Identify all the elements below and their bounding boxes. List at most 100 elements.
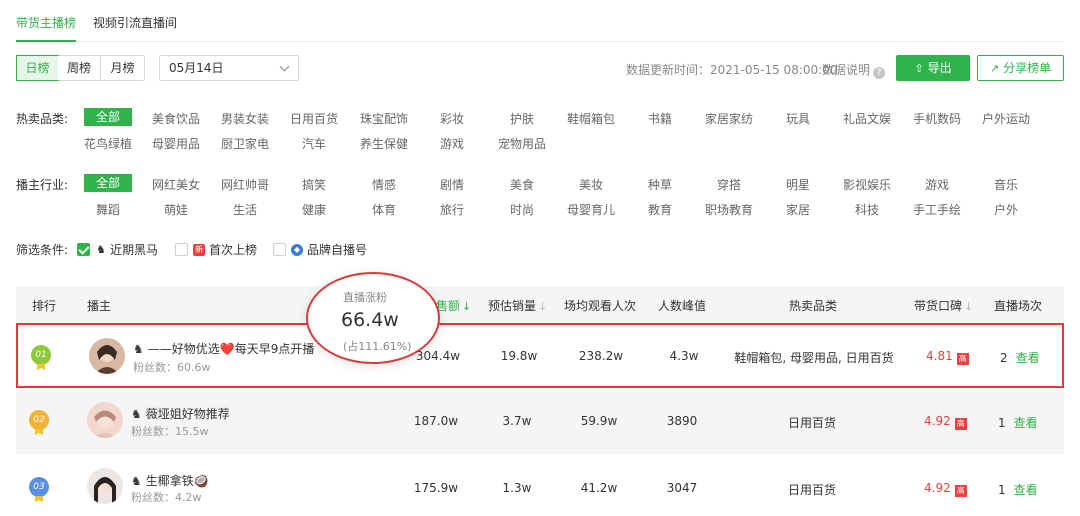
export-label: 导出 (927, 61, 952, 75)
category-chip[interactable]: 母婴用品 (152, 135, 200, 152)
condition-dark-horse[interactable]: ♞ 近期黑马 (77, 241, 158, 258)
industry-chip[interactable]: 母婴育儿 (567, 201, 615, 218)
avatar[interactable] (87, 468, 123, 504)
industry-chip[interactable]: 影视娱乐 (843, 176, 891, 193)
view-link[interactable]: 查看 (1014, 483, 1038, 497)
horse-icon: ♞ (131, 407, 142, 421)
category-chip[interactable]: 宠物用品 (498, 135, 546, 152)
category-chip[interactable]: 美食饮品 (152, 110, 200, 127)
hot-categories: 鞋帽箱包, 母婴用品, 日用百货 (734, 351, 894, 365)
industry-chip[interactable]: 舞蹈 (96, 201, 120, 218)
industry-chip[interactable]: 音乐 (994, 176, 1018, 193)
est-sales: 1.3w (502, 481, 532, 495)
high-badge: 高 (954, 485, 967, 497)
category-chip[interactable]: 家居家纺 (705, 110, 753, 127)
tab-video-traffic[interactable]: 视频引流直播间 (93, 14, 177, 31)
streamer-name[interactable]: ♞ 薇垭姐好物推荐 (131, 405, 230, 422)
avatar[interactable] (89, 338, 125, 374)
view-link[interactable]: 查看 (1016, 351, 1040, 365)
category-chip[interactable]: 日用百货 (290, 110, 338, 127)
category-chip[interactable]: 玩具 (786, 110, 810, 127)
category-chip[interactable]: 护肤 (510, 110, 534, 127)
industry-chip[interactable]: 教育 (648, 201, 672, 218)
industry-chip[interactable]: 时尚 (510, 201, 534, 218)
checkbox[interactable] (175, 243, 188, 256)
header-est-sales[interactable]: 预估销量 ↓ (488, 297, 547, 314)
tab-anchor-sales[interactable]: 带货主播榜 (16, 14, 76, 31)
export-button[interactable]: ⇧ 导出 (896, 55, 970, 81)
avatar[interactable] (87, 402, 123, 438)
sort-down-icon: ↓ (538, 300, 548, 313)
high-badge: 高 (954, 418, 967, 430)
category-chip[interactable]: 手机数码 (913, 110, 961, 127)
industry-chip[interactable]: 科技 (855, 201, 879, 218)
industry-chip[interactable]: 游戏 (925, 176, 949, 193)
condition-brand-self[interactable]: ◆ 品牌自播号 (273, 241, 367, 258)
condition-label: 近期黑马 (110, 243, 159, 257)
industry-chip[interactable]: 旅行 (440, 201, 464, 218)
category-chip[interactable]: 全部 (84, 108, 132, 126)
period-daily-button[interactable]: 日榜 (16, 55, 59, 81)
category-chip[interactable]: 户外运动 (982, 110, 1030, 127)
industry-chip[interactable]: 生活 (233, 201, 257, 218)
industry-chip[interactable]: 明星 (786, 176, 810, 193)
category-chip[interactable]: 养生保健 (360, 135, 408, 152)
industry-chip[interactable]: 家居 (786, 201, 810, 218)
industry-chip[interactable]: 户外 (994, 201, 1018, 218)
fans-count: 粉丝数：60.6w (133, 361, 211, 374)
industry-chip[interactable]: 网红帅哥 (221, 176, 269, 193)
category-chip[interactable]: 游戏 (440, 135, 464, 152)
header-label: 带货口碑 (914, 299, 963, 313)
industry-chip[interactable]: 体育 (372, 201, 396, 218)
upload-icon: ⇧ (914, 62, 924, 75)
table-row[interactable]: 03 ♞ 生椰拿铁🥥 粉丝数：4.2w 175.9w 1.3w 41.2w 304… (16, 454, 1064, 516)
update-time: 数据更新时间：2021-05-15 08:00:00 (626, 63, 838, 77)
category-chip[interactable]: 彩妆 (440, 110, 464, 127)
industry-chip[interactable]: 美食 (510, 176, 534, 193)
industry-chip[interactable]: 健康 (302, 201, 326, 218)
industry-chip[interactable]: 搞笑 (302, 176, 326, 193)
industry-chip[interactable]: 穿搭 (717, 176, 741, 193)
industry-chip[interactable]: 网红美女 (152, 176, 200, 193)
industry-chip[interactable]: 剧情 (440, 176, 464, 193)
horse-icon: ♞ (96, 242, 106, 256)
industry-chip[interactable]: 萌娃 (164, 201, 188, 218)
category-chip[interactable]: 厨卫家电 (221, 135, 269, 152)
table-row[interactable]: 02 ♞ 薇垭姐好物推荐 粉丝数：15.5w 187.0w 3.7w 59.9w … (16, 390, 1064, 454)
category-chip[interactable]: 男装女装 (221, 110, 269, 127)
streamer-name[interactable]: ♞ ——好物优选❤️每天早9点开播 (133, 340, 314, 357)
category-chip[interactable]: 鞋帽箱包 (567, 110, 615, 127)
fans-growth-tooltip: 直播涨粉 66.4w (占111.61%) (306, 272, 440, 364)
period-weekly-button[interactable]: 周榜 (58, 56, 101, 80)
industry-chip[interactable]: 手工手绘 (913, 201, 961, 218)
industry-chip[interactable]: 情感 (372, 176, 396, 193)
date-select[interactable]: 05月14日 (159, 55, 299, 81)
condition-first-listed[interactable]: 新 首次上榜 (175, 241, 257, 258)
category-chip[interactable]: 书籍 (648, 110, 672, 127)
header-reputation[interactable]: 带货口碑 ↓ (914, 297, 973, 314)
share-list-button[interactable]: ↗ 分享榜单 (977, 55, 1064, 81)
streamer-name[interactable]: ♞ 生椰拿铁🥥 (131, 472, 209, 489)
industry-chip[interactable]: 职场教育 (705, 201, 753, 218)
header-sales-amount[interactable]: 售额 ↓ (436, 297, 471, 314)
industry-chip[interactable]: 美妆 (579, 176, 603, 193)
fans-count: 粉丝数：4.2w (131, 491, 202, 504)
industry-chip[interactable]: 全部 (84, 174, 132, 192)
checkbox-checked[interactable] (77, 243, 90, 256)
checkbox[interactable] (273, 243, 286, 256)
tooltip-share: (占111.61%) (343, 340, 412, 353)
period-monthly-button[interactable]: 月榜 (101, 56, 144, 80)
hot-categories: 日用百货 (787, 483, 837, 497)
category-chip[interactable]: 花鸟绿植 (84, 135, 132, 152)
data-note-link[interactable]: 数据说明? (822, 61, 886, 79)
industry-chip[interactable]: 种草 (648, 176, 672, 193)
view-link[interactable]: 查看 (1014, 416, 1038, 430)
rank-badge: 02 (29, 410, 49, 430)
category-chip[interactable]: 礼品文娱 (843, 110, 891, 127)
streamer-name-text: 薇垭姐好物推荐 (145, 407, 230, 421)
ribbon-icon (37, 364, 45, 370)
category-chip[interactable]: 汽车 (302, 135, 326, 152)
reputation-score: 4.81 高 (926, 349, 969, 365)
category-chip[interactable]: 珠宝配饰 (360, 110, 408, 127)
table-row[interactable]: 01 ♞ ——好物优选❤️每天早9点开播 粉丝数：60.6w 304.4w 19.… (16, 323, 1064, 388)
